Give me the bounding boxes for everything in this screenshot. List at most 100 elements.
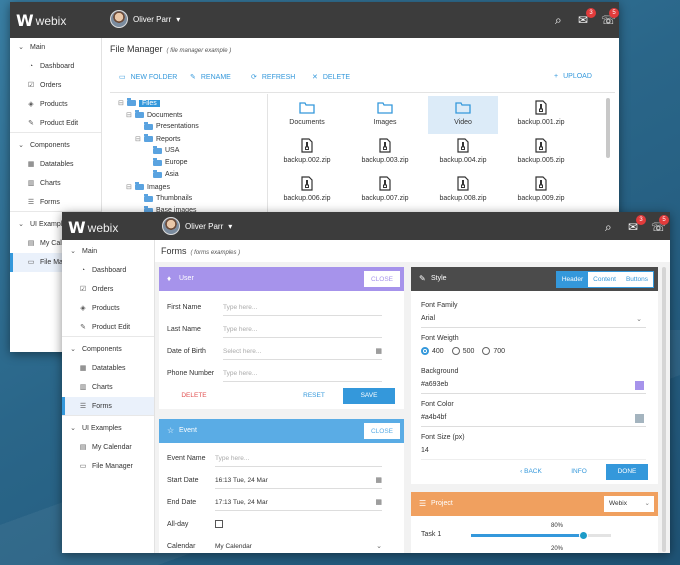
delete-button[interactable]: DELETE bbox=[169, 388, 219, 404]
folder-item[interactable]: Images bbox=[350, 96, 420, 134]
refresh-button[interactable]: ⟳ REFRESH bbox=[251, 73, 295, 82]
phone-input[interactable]: Type here... bbox=[223, 368, 382, 382]
button-label: RENAME bbox=[200, 73, 231, 81]
tree-item-thumbnails[interactable]: Thumbnails bbox=[144, 193, 192, 202]
field-label: Phone Number bbox=[167, 370, 215, 377]
tree-item-usa[interactable]: USA bbox=[153, 145, 179, 154]
tab-content[interactable]: Content bbox=[588, 272, 621, 287]
calendar-icon[interactable]: ▦ bbox=[375, 498, 382, 506]
folder-item[interactable]: Video bbox=[428, 96, 498, 134]
file-item[interactable]: backup.006.zip bbox=[272, 172, 342, 210]
folder-item[interactable]: Documents bbox=[272, 96, 342, 134]
chat-icon[interactable]: ☏ 5 bbox=[601, 8, 619, 27]
scrollbar[interactable] bbox=[662, 267, 666, 552]
sidebar-group-main[interactable]: ⌄ Main bbox=[10, 38, 101, 57]
slider-handle[interactable] bbox=[579, 531, 588, 540]
chevron-down-icon: ⌄ bbox=[70, 346, 76, 353]
file-item[interactable]: backup.004.zip bbox=[428, 134, 498, 172]
sidebar-group-components[interactable]: ⌄ Components bbox=[10, 136, 101, 155]
start-date-input[interactable]: 16:13 Tue, 24 Mar bbox=[215, 475, 382, 489]
scrollbar[interactable] bbox=[606, 98, 610, 158]
font-color-colorpicker[interactable]: #a4b4bf bbox=[421, 414, 646, 427]
mail-badge: 3 bbox=[586, 8, 596, 18]
search-icon[interactable]: ⌕ bbox=[605, 220, 612, 235]
page-title-text: Forms bbox=[161, 246, 187, 256]
upload-button[interactable]: + UPLOAD bbox=[554, 73, 592, 80]
sidebar-item-file-manager[interactable]: ▭ File Manager bbox=[62, 457, 154, 476]
tab-buttons[interactable]: Buttons bbox=[620, 272, 653, 287]
done-button[interactable]: DONE bbox=[606, 464, 648, 480]
file-item[interactable]: backup.001.zip bbox=[506, 96, 576, 134]
folder-tree: ⊟ Files ⊟ Documents Presentations ⊟ Reports… bbox=[118, 96, 268, 216]
background-colorpicker[interactable]: #a693eb bbox=[421, 381, 646, 394]
sidebar-item-datatables[interactable]: ▦ Datatables bbox=[10, 155, 101, 174]
weight-radio-400[interactable]: 400 bbox=[421, 347, 444, 355]
webix-logo-icon: W bbox=[68, 218, 86, 237]
sidebar-item-dashboard[interactable]: ◔ Dashboard bbox=[62, 261, 154, 280]
tree-item-images[interactable]: ⊟ Images bbox=[126, 182, 170, 191]
tree-item-asia[interactable]: Asia bbox=[153, 169, 179, 178]
weight-radio-700[interactable]: 700 bbox=[482, 347, 505, 355]
sidebar-group-components[interactable]: ⌄ Components bbox=[62, 340, 154, 359]
rename-button[interactable]: ✎ RENAME bbox=[190, 73, 231, 82]
sidebar-item-orders[interactable]: ☑ Orders bbox=[10, 76, 101, 95]
search-icon[interactable]: ⌕ bbox=[555, 13, 562, 28]
file-item[interactable]: backup.009.zip bbox=[506, 172, 576, 210]
first-name-input[interactable]: Type here... bbox=[223, 302, 382, 316]
tree-item-europe[interactable]: Europe bbox=[153, 157, 188, 166]
back-button[interactable]: ‹ BACK bbox=[511, 464, 551, 480]
user-menu[interactable]: Oliver Parr ▾ bbox=[162, 217, 232, 235]
last-name-input[interactable]: Type here... bbox=[223, 324, 382, 338]
calendar-icon[interactable]: ▦ bbox=[375, 476, 382, 484]
weight-radio-500[interactable]: 500 bbox=[451, 347, 474, 355]
sidebar-item-product-edit[interactable]: ✎ Product Edit bbox=[62, 318, 154, 337]
sidebar-group-main[interactable]: ⌄ Main bbox=[62, 242, 154, 261]
font-family-select[interactable]: Arial ⌄ bbox=[421, 315, 646, 328]
file-item[interactable]: backup.002.zip bbox=[272, 134, 342, 172]
sidebar-item-charts[interactable]: ▥ Charts bbox=[10, 174, 101, 193]
sidebar-item-products[interactable]: ◈ Products bbox=[10, 95, 101, 114]
tree-item-files[interactable]: ⊟ Files bbox=[118, 98, 160, 107]
user-menu[interactable]: Oliver Parr ▾ bbox=[110, 10, 180, 28]
file-item[interactable]: backup.008.zip bbox=[428, 172, 498, 210]
reset-button[interactable]: RESET bbox=[289, 388, 339, 404]
info-button[interactable]: INFO bbox=[561, 464, 597, 480]
sidebar-item-datatables[interactable]: ▦ Datatables bbox=[62, 359, 154, 378]
chat-icon[interactable]: ☏ 5 bbox=[651, 215, 669, 234]
save-button[interactable]: SAVE bbox=[343, 388, 395, 404]
project-select[interactable]: Webix ⌄ bbox=[604, 496, 654, 512]
sidebar-group-ui-examples[interactable]: ⌄ UI Examples bbox=[62, 419, 154, 438]
dob-input[interactable]: Select here... bbox=[223, 346, 382, 360]
file-item[interactable]: backup.007.zip bbox=[350, 172, 420, 210]
delete-button[interactable]: ✕ DELETE bbox=[312, 73, 350, 82]
sidebar-item-my-calendar[interactable]: ▤ My Calendar bbox=[62, 438, 154, 457]
sidebar-item-products[interactable]: ◈ Products bbox=[62, 299, 154, 318]
chevron-down-icon[interactable]: ⌄ bbox=[376, 542, 382, 550]
file-name: Documents bbox=[289, 119, 325, 126]
sidebar-item-forms[interactable]: ☰ Forms bbox=[62, 397, 154, 416]
new-folder-button[interactable]: ▭ NEW FOLDER bbox=[119, 73, 177, 82]
file-item[interactable]: backup.003.zip bbox=[350, 134, 420, 172]
tab-header[interactable]: Header bbox=[556, 272, 589, 287]
tree-item-documents[interactable]: ⊟ Documents bbox=[126, 110, 182, 119]
task1-slider[interactable] bbox=[471, 531, 611, 540]
mail-icon[interactable]: ✉ 3 bbox=[628, 215, 646, 234]
file-item[interactable]: backup.005.zip bbox=[506, 134, 576, 172]
close-button[interactable]: CLOSE bbox=[364, 423, 400, 439]
sidebar-item-forms[interactable]: ☰ Forms bbox=[10, 193, 101, 212]
end-date-input[interactable]: 17:13 Tue, 24 Mar bbox=[215, 497, 382, 511]
event-name-input[interactable]: Type here... bbox=[215, 453, 382, 467]
mail-icon[interactable]: ✉ 3 bbox=[578, 8, 596, 27]
sidebar-item-dashboard[interactable]: ◔ Dashboard bbox=[10, 57, 101, 76]
sidebar-item-charts[interactable]: ▥ Charts bbox=[62, 378, 154, 397]
close-button[interactable]: CLOSE bbox=[364, 271, 400, 287]
color-swatch bbox=[635, 414, 644, 423]
font-size-input[interactable]: 14 bbox=[421, 447, 646, 460]
sidebar-item-product-edit[interactable]: ✎ Product Edit bbox=[10, 114, 101, 133]
tree-item-presentations[interactable]: Presentations bbox=[144, 121, 199, 130]
all-day-checkbox[interactable] bbox=[215, 520, 223, 528]
calendar-icon[interactable]: ▦ bbox=[375, 347, 382, 355]
tree-item-reports[interactable]: ⊟ Reports bbox=[135, 134, 181, 143]
calendar-select[interactable]: My Calendar bbox=[215, 541, 382, 553]
sidebar-item-orders[interactable]: ☑ Orders bbox=[62, 280, 154, 299]
